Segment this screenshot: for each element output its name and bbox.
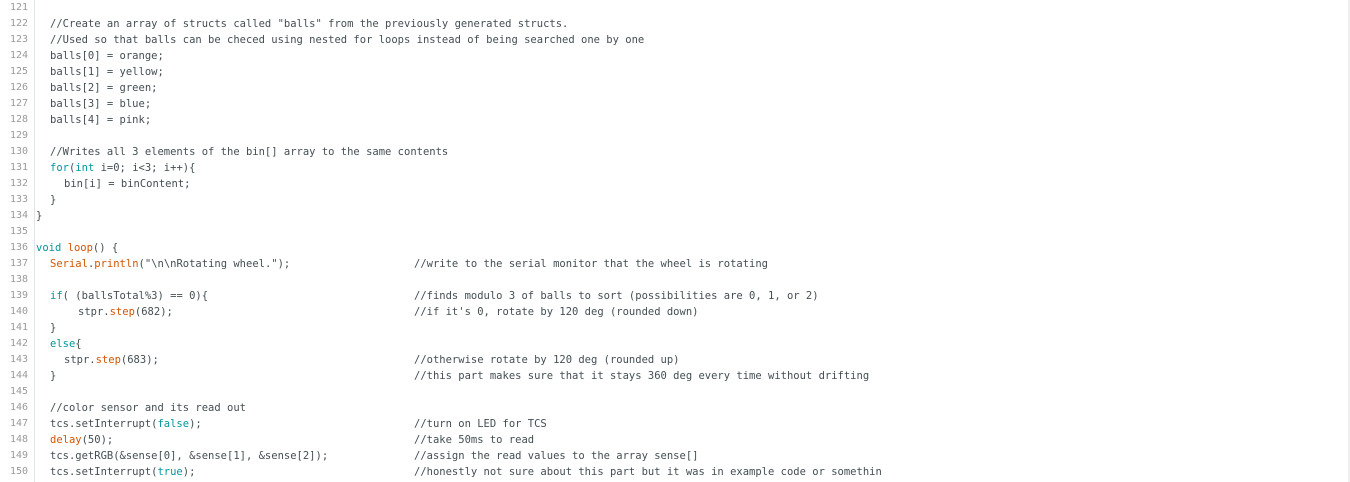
code-text: stpr.step(683); [64, 354, 159, 366]
code-text: tcs.setInterrupt(false); [50, 418, 202, 430]
line-number: 128 [9, 114, 28, 125]
code-line[interactable]: //Used so that balls can be checed using… [36, 32, 1336, 48]
code-text: } [50, 370, 57, 382]
code-line[interactable]: else{ [36, 336, 1336, 352]
inline-comment: //honestly not sure about this part but … [414, 466, 882, 478]
line-number: 134 [9, 210, 28, 221]
code-text: tcs.setInterrupt(true); [50, 466, 196, 478]
line-number: 142 [9, 338, 28, 349]
line-number: 147 [9, 418, 28, 429]
line-number: 133 [9, 194, 28, 205]
code-text: balls[0] = orange; [50, 50, 164, 62]
code-line[interactable]: } [36, 320, 1336, 336]
code-line[interactable]: tcs.setInterrupt(false); //turn on LED fo… [36, 416, 1336, 432]
code-line[interactable]: balls[0] = orange; [36, 48, 1336, 64]
code-text: tcs.getRGB(&sense[0], &sense[1], &sense[… [50, 450, 329, 462]
code-line[interactable]: stpr.step(683); //otherwise rotate by 120… [36, 352, 1336, 368]
code-text: delay(50); [50, 434, 114, 446]
code-line[interactable]: stpr.step(682); //if it's 0, rotate by 12… [36, 304, 1336, 320]
inline-comment: //take 50ms to read [414, 434, 535, 446]
code-text: for(int i=0; i<3; i++){ [50, 162, 196, 174]
code-text: //Writes all 3 elements of the bin[] arr… [50, 146, 449, 158]
line-number: 130 [9, 146, 28, 157]
code-text: //Used so that balls can be checed using… [50, 34, 645, 46]
code-area[interactable]: //Create an array of structs called "bal… [36, 0, 1336, 482]
code-line[interactable] [36, 224, 1336, 240]
code-line[interactable]: //Writes all 3 elements of the bin[] arr… [36, 144, 1336, 160]
code-text: void loop() { [36, 242, 119, 254]
line-number: 121 [9, 2, 28, 13]
code-line[interactable]: bin[i] = binContent; [36, 176, 1336, 192]
line-number: 140 [9, 306, 28, 317]
code-line[interactable]: tcs.getRGB(&sense[0], &sense[1], &sense[… [36, 448, 1336, 464]
code-text: else{ [50, 338, 82, 350]
line-number: 146 [9, 402, 28, 413]
code-line[interactable] [36, 384, 1336, 400]
code-text: balls[2] = green; [50, 82, 158, 94]
code-text: stpr.step(682); [78, 306, 173, 318]
code-text: //Create an array of structs called "bal… [50, 18, 569, 30]
code-line[interactable] [36, 272, 1336, 288]
code-line[interactable]: for(int i=0; i<3; i++){ [36, 160, 1336, 176]
inline-comment: //if it's 0, rotate by 120 deg (rounded … [414, 306, 699, 318]
inline-comment: //turn on LED for TCS [414, 418, 547, 430]
code-line[interactable] [36, 128, 1336, 144]
code-text: } [50, 322, 57, 334]
inline-comment: //otherwise rotate by 120 deg (rounded u… [414, 354, 680, 366]
code-line[interactable]: balls[4] = pink; [36, 112, 1336, 128]
line-number: 144 [9, 370, 28, 381]
code-line[interactable]: //Create an array of structs called "bal… [36, 16, 1336, 32]
code-text: balls[3] = blue; [50, 98, 152, 110]
inline-comment: //this part makes sure that it stays 360… [414, 370, 870, 382]
code-line[interactable]: } [36, 192, 1336, 208]
line-number: 122 [9, 18, 28, 29]
code-editor[interactable]: 121 122 123 124 125 126 127 128 129 130 131 132 133 1… [0, 0, 1350, 482]
code-text: balls[4] = pink; [50, 114, 152, 126]
line-number: 124 [9, 50, 28, 61]
code-line[interactable]: balls[2] = green; [36, 80, 1336, 96]
line-number: 136 [9, 242, 28, 253]
code-line[interactable] [36, 0, 1336, 16]
code-line[interactable]: } [36, 208, 1336, 224]
line-number: 143 [9, 354, 28, 365]
code-line[interactable]: tcs.setInterrupt(true); //honestly not su… [36, 464, 1336, 480]
line-number: 137 [9, 258, 28, 269]
code-text: bin[i] = binContent; [64, 178, 191, 190]
line-number: 148 [9, 434, 28, 445]
code-text: Serial.println("\n\nRotating wheel."); [50, 258, 291, 270]
code-line[interactable]: if( (ballsTotal%3) == 0){ //finds modulo … [36, 288, 1336, 304]
line-number: 123 [9, 34, 28, 45]
line-number: 145 [9, 386, 28, 397]
line-number: 141 [9, 322, 28, 333]
line-number: 131 [9, 162, 28, 173]
line-number: 135 [9, 226, 28, 237]
line-number: 126 [9, 82, 28, 93]
line-number-gutter: 121 122 123 124 125 126 127 128 129 130 131 132 133 1… [0, 0, 35, 482]
code-line[interactable]: balls[3] = blue; [36, 96, 1336, 112]
inline-comment: //write to the serial monitor that the w… [414, 258, 769, 270]
code-text: //color sensor and its read out [50, 402, 246, 414]
line-number: 139 [9, 290, 28, 301]
inline-comment: //assign the read values to the array se… [414, 450, 699, 462]
code-text: } [50, 194, 57, 206]
code-text: balls[1] = yellow; [50, 66, 164, 78]
code-text: if( (ballsTotal%3) == 0){ [50, 290, 209, 302]
inline-comment: //finds modulo 3 of balls to sort (possi… [414, 290, 819, 302]
code-line[interactable]: Serial.println("\n\nRotating wheel."); //… [36, 256, 1336, 272]
line-number: 132 [9, 178, 28, 189]
code-line[interactable]: void loop() { [36, 240, 1336, 256]
line-number: 149 [9, 450, 28, 461]
code-line[interactable]: } //this part makes sure that it stays 36… [36, 368, 1336, 384]
line-number: 125 [9, 66, 28, 77]
line-number: 138 [9, 274, 28, 285]
line-number: 129 [9, 130, 28, 141]
code-line[interactable]: balls[1] = yellow; [36, 64, 1336, 80]
code-text: } [36, 210, 43, 222]
code-line[interactable]: delay(50); //take 50ms to read [36, 432, 1336, 448]
line-number: 150 [9, 466, 28, 477]
line-number: 127 [9, 98, 28, 109]
code-line[interactable]: //color sensor and its read out [36, 400, 1336, 416]
